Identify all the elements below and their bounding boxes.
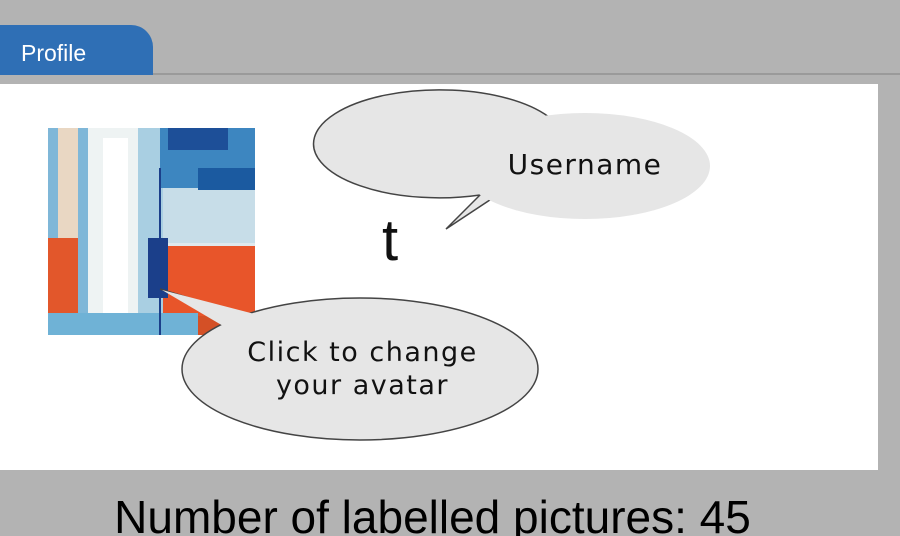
avatar-hint: Click to change your avatar [190,336,535,402]
avatar-hint-line2: your avatar [275,370,450,401]
tab-profile[interactable]: Profile [0,25,153,75]
tab-bar: Profile [0,0,900,75]
avatar-hint-line1: Click to change [247,337,478,368]
avatar[interactable] [48,128,255,335]
username-hint: Username [507,148,663,181]
username: t [382,208,399,273]
labelled-pictures-count: Number of labelled pictures: 45 [114,491,751,536]
profile-panel: t Username Click to change your avatar [0,84,878,470]
